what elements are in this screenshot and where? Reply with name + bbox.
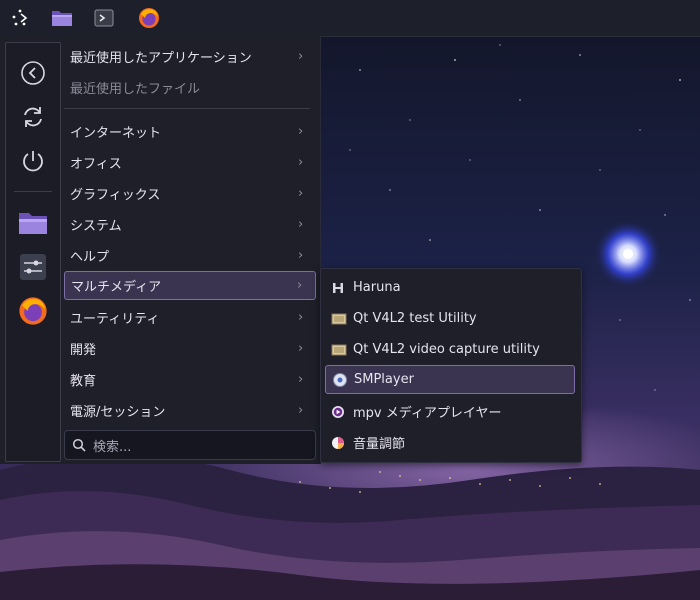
submenu-item-label: mpv メディアプレイヤー (353, 406, 502, 421)
terminal-button[interactable] (90, 4, 118, 32)
recent-applications-label: 最近使用したアプリケーション (70, 51, 252, 66)
category-label: 開発 (70, 343, 97, 358)
multimedia-submenu: Haruna Qt V4L2 test Utility Qt V4L2 vide… (320, 268, 582, 463)
mpv-icon (331, 404, 353, 420)
firefox-icon (139, 8, 159, 28)
category-power-session[interactable]: 電源/セッション › (64, 396, 316, 425)
submenu-item-label: Qt V4L2 video capture utility (353, 342, 540, 357)
favorites-separator (14, 191, 52, 192)
submenu-item-label: Haruna (353, 280, 401, 295)
menu-separator (64, 108, 310, 109)
application-launcher-icon (12, 9, 28, 26)
category-utilities[interactable]: ユーティリティ › (64, 303, 316, 332)
firefox-button[interactable] (135, 4, 163, 32)
refresh-icon (24, 107, 42, 127)
file-manager-favorite[interactable] (17, 207, 49, 239)
favorites-column (5, 42, 61, 462)
chevron-right-icon: › (298, 217, 304, 232)
file-manager-icon (19, 213, 47, 234)
settings-icon (20, 254, 46, 280)
category-label: システム (70, 219, 122, 234)
submenu-item-label: SMPlayer (354, 372, 414, 387)
file-manager-button[interactable] (48, 4, 76, 32)
category-system[interactable]: システム › (64, 210, 316, 239)
settings-favorite[interactable] (17, 251, 49, 283)
category-education[interactable]: 教育 › (64, 365, 316, 394)
firefox-icon (19, 297, 47, 325)
chevron-right-icon: › (298, 186, 304, 201)
category-label: 教育 (70, 374, 97, 389)
category-label: マルチメディア (71, 280, 162, 295)
chevron-right-icon: › (298, 155, 304, 170)
category-help[interactable]: ヘルプ › (64, 241, 316, 270)
chevron-right-icon: › (298, 124, 304, 139)
chevron-right-icon: › (298, 403, 304, 418)
submenu-item-volume-control[interactable]: 音量調節 (325, 428, 575, 457)
category-graphics[interactable]: グラフィックス › (64, 179, 316, 208)
category-label: ユーティリティ (70, 312, 160, 327)
recent-applications-item[interactable]: 最近使用したアプリケーション › (64, 42, 316, 71)
submenu-item-label: Qt V4L2 test Utility (353, 311, 477, 326)
back-button[interactable] (17, 57, 49, 89)
recent-files-label: 最近使用したファイル (70, 82, 201, 97)
qt-v4l2-capture-icon (331, 342, 353, 358)
category-multimedia[interactable]: マルチメディア › (64, 271, 316, 300)
submenu-item-smplayer[interactable]: SMPlayer (325, 365, 575, 394)
chevron-right-icon: › (298, 372, 304, 387)
haruna-icon (331, 280, 353, 296)
chevron-right-icon: › (298, 49, 304, 64)
category-label: ヘルプ (70, 250, 110, 265)
submenu-item-haruna[interactable]: Haruna (325, 273, 575, 302)
category-label: オフィス (70, 157, 122, 172)
top-panel (0, 0, 700, 37)
terminal-icon (94, 9, 114, 27)
power-icon (23, 151, 43, 172)
application-launcher-button[interactable] (6, 4, 34, 32)
qt-v4l2-icon (331, 311, 353, 327)
application-menu: 最近使用したアプリケーション › 最近使用したファイル インターネット › オフ… (0, 36, 321, 464)
refresh-button[interactable] (17, 101, 49, 133)
submenu-item-mpv[interactable]: mpv メディアプレイヤー (325, 397, 575, 426)
back-icon (21, 61, 45, 85)
recent-files-item[interactable]: 最近使用したファイル (64, 73, 316, 102)
chevron-right-icon: › (298, 310, 304, 325)
submenu-item-label: 音量調節 (353, 437, 406, 452)
search-field[interactable]: 検索... (64, 430, 316, 460)
category-label: グラフィックス (70, 188, 161, 203)
category-label: 電源/セッション (70, 405, 166, 420)
category-office[interactable]: オフィス › (64, 148, 316, 177)
search-placeholder: 検索... (93, 439, 132, 455)
smplayer-icon (332, 372, 354, 388)
submenu-item-qt-v4l2-test[interactable]: Qt V4L2 test Utility (325, 304, 575, 333)
file-manager-icon (52, 11, 72, 26)
power-button[interactable] (17, 145, 49, 177)
category-internet[interactable]: インターネット › (64, 117, 316, 146)
category-label: インターネット (70, 126, 162, 141)
search-icon (65, 438, 93, 452)
chevron-right-icon: › (297, 278, 303, 293)
firefox-favorite[interactable] (17, 295, 49, 327)
chevron-right-icon: › (298, 248, 304, 263)
volume-control-icon (331, 435, 353, 451)
submenu-item-qt-v4l2-capture[interactable]: Qt V4L2 video capture utility (325, 335, 575, 364)
category-development[interactable]: 開発 › (64, 334, 316, 363)
chevron-right-icon: › (298, 341, 304, 356)
